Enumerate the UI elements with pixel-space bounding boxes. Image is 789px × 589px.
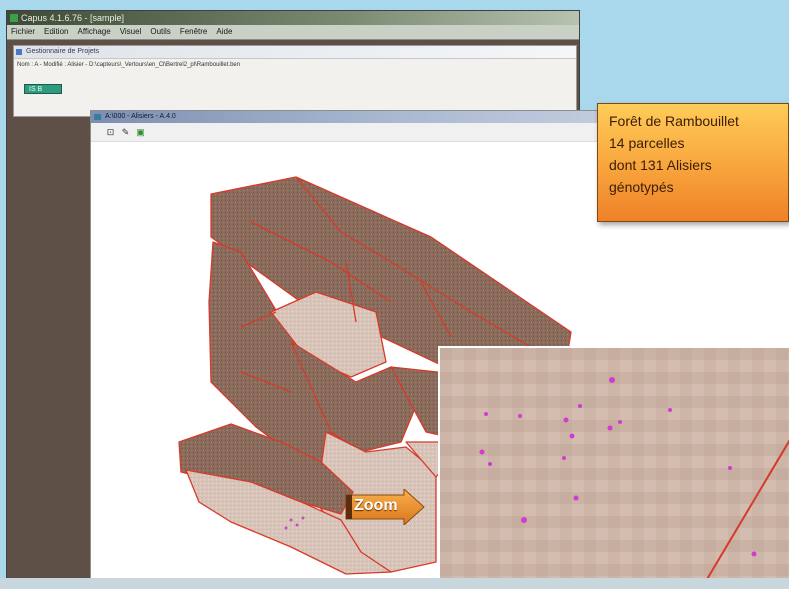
map-window-icon [94, 114, 101, 120]
info-line-genotyped: génotypés [609, 179, 674, 195]
menu-fichier[interactable]: Fichier [11, 25, 35, 39]
map-title: A:\000 - Alisiers - A.4.0 [105, 113, 176, 120]
menu-visuel[interactable]: Visuel [120, 25, 142, 39]
menubar: Fichier Edition Affichage Visuel Outils … [7, 25, 579, 40]
project-manager-window: Gestionnaire de Projets Nom : A - Modifi… [13, 45, 577, 117]
zoom-inset-map [440, 348, 789, 589]
project-manager-title: Gestionnaire de Projets [26, 48, 100, 55]
project-path: Nom : A - Modifié : Alisier - D:\capteur… [17, 62, 241, 68]
app-icon [10, 14, 18, 22]
app-titlebar[interactable]: Capus 4.1.6.76 - [sample] [7, 11, 579, 25]
menu-edition[interactable]: Edition [44, 25, 68, 39]
zoom-label: Zoom [354, 497, 398, 514]
app-title: Capus 4.1.6.76 - [sample] [21, 13, 125, 23]
info-line-trees: dont 131 Alisiers [609, 157, 712, 173]
layers-tool-icon[interactable]: ▣ [135, 127, 146, 138]
menu-fenetre[interactable]: Fenêtre [180, 25, 208, 39]
menu-affichage[interactable]: Affichage [77, 25, 110, 39]
project-manager-titlebar[interactable]: Gestionnaire de Projets [14, 46, 576, 59]
info-line-parcels: 14 parcelles [609, 135, 685, 151]
pan-tool-icon[interactable]: ✎ [120, 127, 131, 138]
id-field[interactable]: IS B [24, 84, 62, 94]
status-bar [0, 578, 789, 589]
menu-aide[interactable]: Aide [216, 25, 232, 39]
info-line-forest: Forêt de Rambouillet [609, 113, 739, 129]
info-callout: Forêt de Rambouillet 14 parcelles dont 1… [597, 103, 789, 222]
zoom-tool-icon[interactable]: ⊡ [105, 127, 116, 138]
zoom-inset [438, 346, 789, 589]
window-icon [16, 49, 22, 55]
menu-outils[interactable]: Outils [150, 25, 170, 39]
zoom-callout: Zoom [342, 489, 426, 525]
